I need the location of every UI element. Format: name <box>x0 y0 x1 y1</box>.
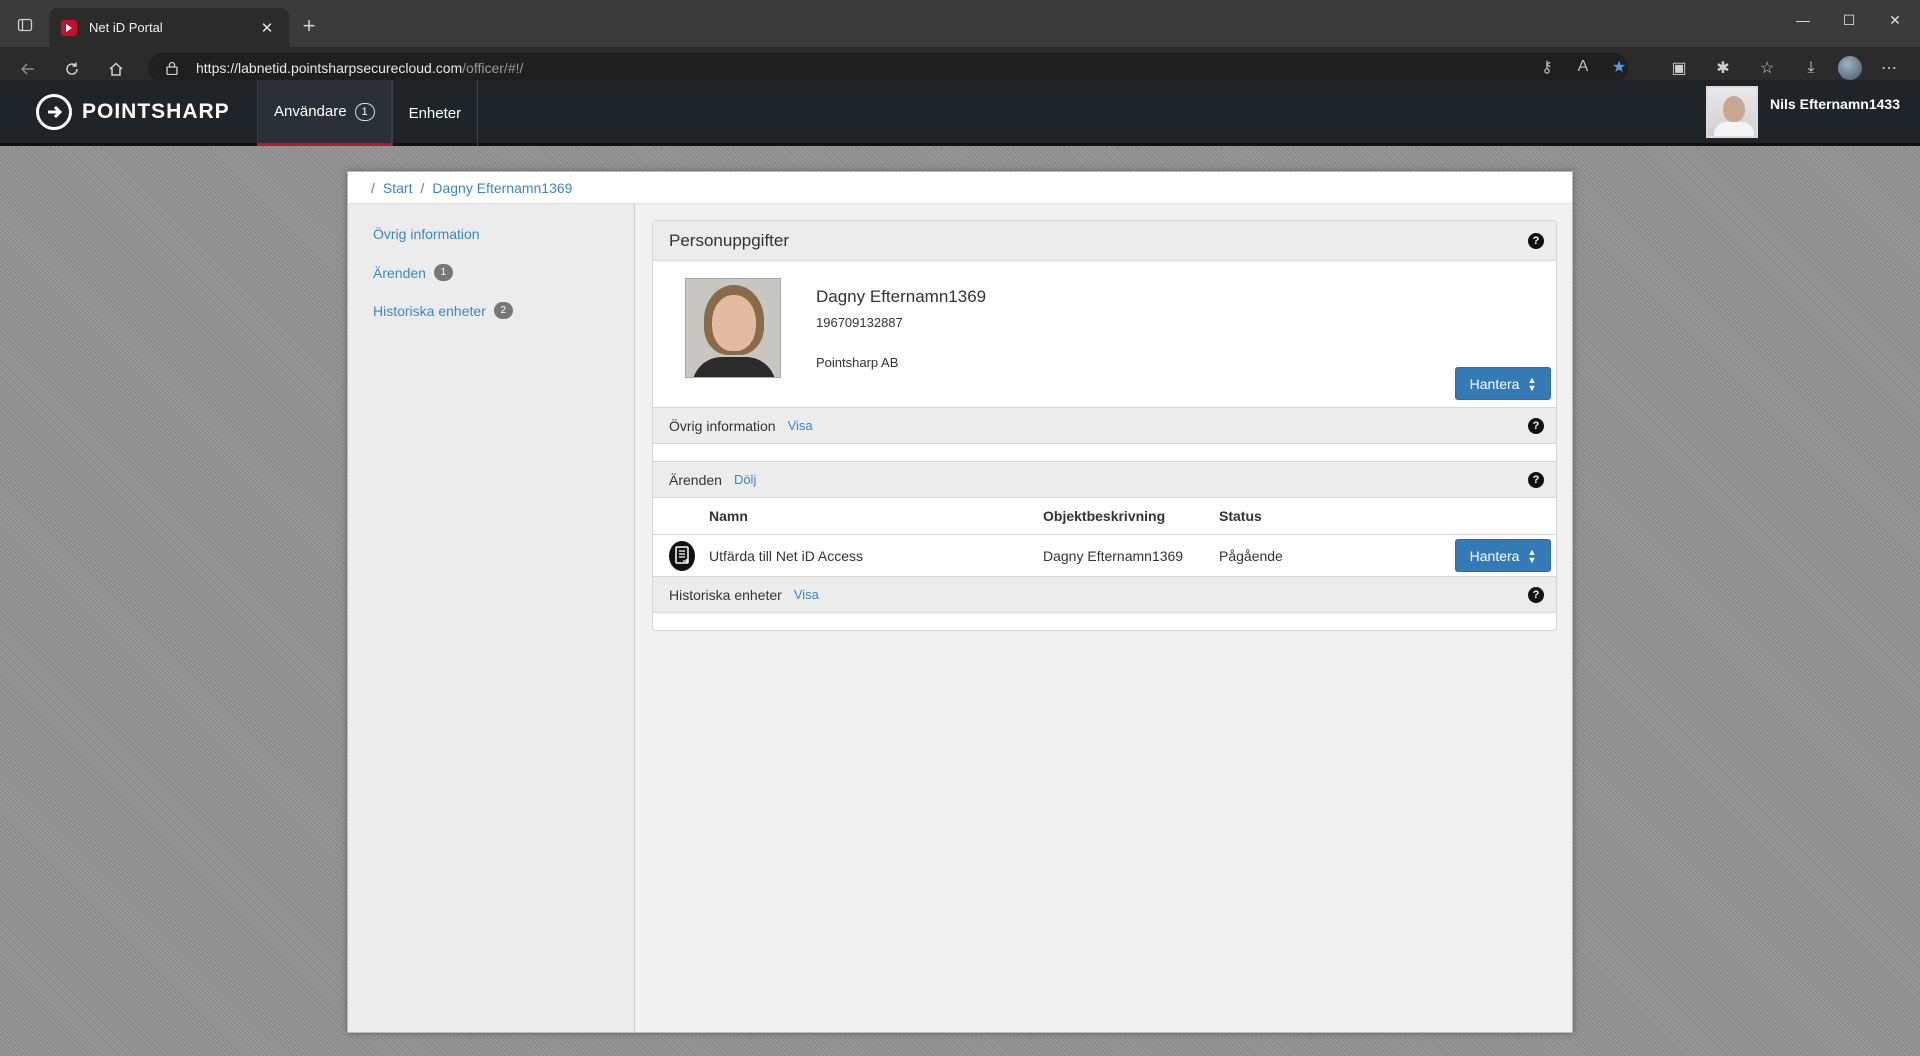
maximize-icon[interactable]: ☐ <box>1826 0 1872 40</box>
sidebar-cases-badge: 1 <box>433 264 453 281</box>
person-photo <box>685 278 781 378</box>
person-organization: Pointsharp AB <box>816 355 899 370</box>
nav-tab-users[interactable]: Användare 1 <box>257 80 392 146</box>
sort-caret-icon: ▲ ▼ <box>1527 374 1537 393</box>
cases-label: Ärenden <box>669 471 722 488</box>
key-icon[interactable]: ⚷ <box>1536 55 1558 79</box>
person-id: 196709132887 <box>816 315 903 330</box>
extension-pointsharp-icon[interactable]: ▣ <box>1662 53 1696 83</box>
panel-header: Personuppgifter ? <box>653 221 1556 261</box>
sidebar: Övrig information Ärenden 1 Historiska e… <box>348 204 635 1032</box>
pointsharp-logo-icon <box>36 94 72 130</box>
column-header-object: Objektbeskrivning <box>1043 508 1166 524</box>
tab-title: Net iD Portal <box>89 20 163 35</box>
help-icon[interactable]: ? <box>1528 471 1544 488</box>
person-name: Dagny Efternamn1369 <box>816 287 987 306</box>
downloads-icon[interactable]: ⤓ <box>1794 53 1828 83</box>
sidebar-item-other-info[interactable]: Övrig information <box>373 226 480 242</box>
breadcrumb-current-link[interactable]: Dagny Efternamn1369 <box>432 180 572 196</box>
profile-avatar-icon[interactable] <box>1838 56 1862 80</box>
sidebar-item-label: Historiska enheter <box>373 302 486 319</box>
favorite-star-icon[interactable]: ★ <box>1608 55 1630 79</box>
reload-icon[interactable] <box>58 55 86 83</box>
case-name: Utfärda till Net iD Access <box>709 547 864 564</box>
table-row: Utfärda till Net iD Access Dagny Efterna… <box>653 535 1556 576</box>
cases-table-header: Namn Objektbeskrivning Status <box>653 498 1556 535</box>
history-section: Historiska enheter Visa ? <box>653 576 1556 613</box>
app-header: POINTSHARP Användare 1 Enheter Nils Efte… <box>0 80 1920 146</box>
nav-tab-users-label: Användare <box>274 103 347 120</box>
history-show-link[interactable]: Visa <box>794 587 819 602</box>
help-icon[interactable]: ? <box>1528 232 1544 249</box>
breadcrumb: / Start / Dagny Efternamn1369 <box>348 172 1572 204</box>
sidebar-history-badge: 2 <box>493 302 513 319</box>
favorites-icon[interactable]: ☆ <box>1750 53 1784 83</box>
main-sheet: / Start / Dagny Efternamn1369 Övrig info… <box>347 171 1573 1033</box>
nav-tab-devices[interactable]: Enheter <box>391 80 479 146</box>
cases-section: Ärenden Dölj ? <box>653 461 1556 498</box>
more-menu-icon[interactable]: ⋯ <box>1872 53 1906 83</box>
case-object: Dagny Efternamn1369 <box>1043 547 1184 564</box>
home-icon[interactable] <box>102 55 130 83</box>
read-aloud-icon[interactable]: A <box>1572 55 1594 79</box>
case-status: Pågående <box>1219 547 1283 564</box>
sidebar-item-label: Ärenden <box>373 264 426 281</box>
tab-actions-icon[interactable] <box>14 14 36 36</box>
site-favicon-icon <box>61 19 77 36</box>
help-icon[interactable]: ? <box>1528 586 1544 603</box>
logo-text: POINTSHARP <box>82 100 230 123</box>
nav-tab-devices-label: Enheter <box>408 104 462 122</box>
breadcrumb-separator: / <box>371 179 375 196</box>
document-icon <box>669 541 695 571</box>
url-host: https://labnetid.pointsharpsecurecloud.c… <box>196 60 463 76</box>
user-menu[interactable]: Nils Efternamn1433 <box>1706 86 1900 138</box>
nav-users-badge: 1 <box>354 102 375 121</box>
browser-tabbar: Net iD Portal ✕ + — ☐ ✕ <box>0 0 1920 47</box>
sidebar-item-label: Övrig information <box>373 226 480 242</box>
sort-caret-icon: ▲ ▼ <box>1527 546 1537 565</box>
cases-hide-link[interactable]: Dölj <box>734 472 756 487</box>
sidebar-item-cases[interactable]: Ärenden 1 <box>373 264 453 281</box>
help-icon[interactable]: ? <box>1528 417 1544 434</box>
other-info-label: Övrig information <box>669 417 776 434</box>
user-avatar[interactable] <box>1706 86 1759 138</box>
column-header-status: Status <box>1219 508 1262 524</box>
window-close-icon[interactable]: ✕ <box>1872 0 1918 40</box>
sidebar-item-history-devices[interactable]: Historiska enheter 2 <box>373 302 513 319</box>
new-tab-icon[interactable]: + <box>295 12 323 40</box>
person-manage-button[interactable]: Hantera ▲ ▼ <box>1455 367 1551 400</box>
browser-tab[interactable]: Net iD Portal ✕ <box>49 8 289 47</box>
other-info-section: Övrig information Visa ? <box>653 407 1556 444</box>
column-header-name: Namn <box>709 508 748 524</box>
history-label: Historiska enheter <box>669 586 782 603</box>
case-manage-button[interactable]: Hantera ▲ ▼ <box>1455 539 1551 572</box>
pointsharp-logo[interactable]: POINTSHARP <box>36 94 230 130</box>
address-bar[interactable]: https://labnetid.pointsharpsecurecloud.c… <box>148 53 1628 83</box>
lock-icon[interactable] <box>166 61 182 75</box>
manage-button-label: Hantera <box>1469 547 1520 564</box>
back-icon[interactable] <box>14 55 42 83</box>
panel-title: Personuppgifter <box>669 230 790 250</box>
url-path: /officer/#!/ <box>462 60 524 76</box>
other-info-show-link[interactable]: Visa <box>788 418 813 433</box>
breadcrumb-separator: / <box>420 179 425 196</box>
minimize-icon[interactable]: — <box>1780 0 1826 40</box>
breadcrumb-start-link[interactable]: Start <box>383 180 413 196</box>
extensions-icon[interactable]: ✱ <box>1706 53 1740 83</box>
manage-button-label: Hantera <box>1469 375 1520 392</box>
person-panel: Personuppgifter ? Dagny Efternamn1369 19… <box>652 220 1557 631</box>
tab-close-icon[interactable]: ✕ <box>257 19 277 37</box>
user-name: Nils Efternamn1433 <box>1770 96 1900 112</box>
